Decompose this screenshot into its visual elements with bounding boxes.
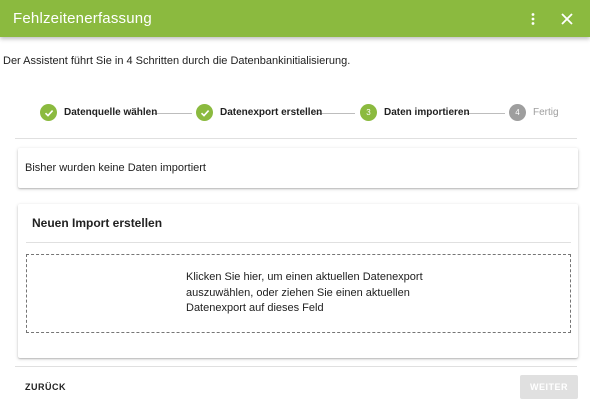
check-icon — [40, 104, 57, 121]
intro-text: Der Assistent führt Sie in 4 Schritten d… — [3, 55, 351, 67]
step-label: Daten importieren — [384, 107, 470, 118]
step-datenquelle: Datenquelle wählen — [40, 104, 157, 121]
step-connector — [465, 112, 505, 114]
step-connector — [152, 112, 192, 114]
step-label: Fertig — [533, 107, 559, 118]
dropzone-line: Datenexport auf dieses Feld — [186, 302, 324, 314]
file-dropzone[interactable]: Klicken Sie hier, um einen aktuellen Dat… — [26, 254, 571, 333]
step-number: 3 — [360, 104, 377, 121]
step-label: Datenexport erstellen — [220, 107, 323, 118]
dropzone-line: Klicken Sie hier, um einen aktuellen Dat… — [186, 271, 423, 283]
next-button[interactable]: WEITER — [520, 375, 578, 399]
step-fertig: 4 Fertig — [509, 104, 559, 121]
step-daten-importieren: 3 Daten importieren — [360, 104, 470, 121]
dropzone-text: Klicken Sie hier, um einen aktuellen Dat… — [186, 270, 426, 317]
status-card: Bisher wurden keine Daten importiert — [18, 148, 578, 188]
step-label: Datenquelle wählen — [64, 107, 158, 118]
divider — [26, 242, 571, 243]
more-vert-icon[interactable] — [520, 6, 546, 32]
close-icon[interactable] — [554, 6, 580, 32]
back-button[interactable]: ZURÜCK — [16, 375, 75, 399]
status-text: Bisher wurden keine Daten importiert — [25, 162, 206, 174]
dropzone-line: auszuwählen, oder ziehen Sie einen aktue… — [186, 286, 410, 299]
divider — [15, 138, 577, 139]
import-card-title: Neuen Import erstellen — [32, 216, 163, 230]
title-bar: Fehlzeitenerfassung — [0, 0, 590, 37]
step-number: 4 — [509, 104, 526, 121]
step-datenexport: Datenexport erstellen — [196, 104, 322, 121]
check-icon — [196, 104, 213, 121]
import-card: Neuen Import erstellen Klicken Sie hier,… — [18, 204, 578, 358]
window-title: Fehlzeitenerfassung — [13, 10, 152, 27]
stepper: Datenquelle wählen Datenexport erstellen… — [0, 90, 590, 136]
title-actions — [512, 0, 580, 37]
divider — [15, 366, 577, 367]
